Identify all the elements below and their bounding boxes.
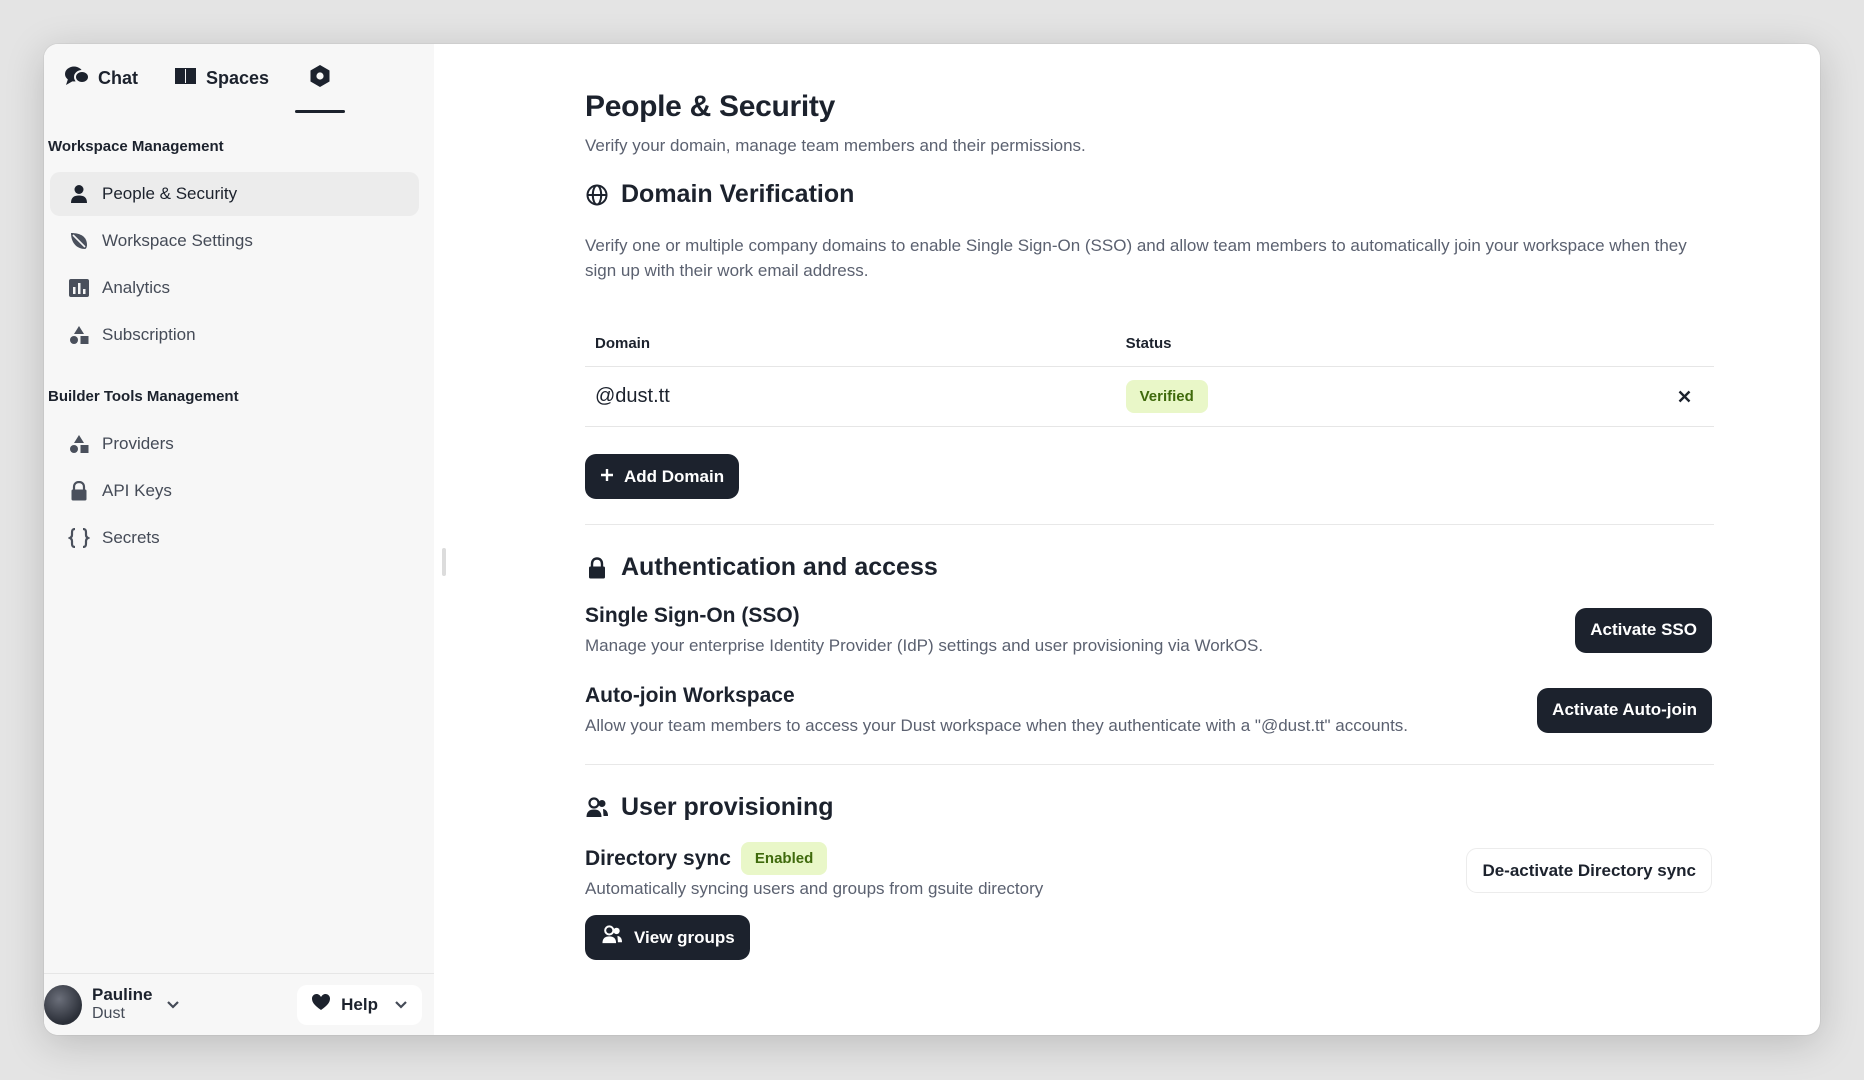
section-divider [585, 764, 1714, 765]
bar-chart-icon [68, 277, 90, 299]
table-header-row: Domain Status [585, 335, 1714, 367]
user-name: Pauline [92, 985, 153, 1005]
book-open-icon [174, 66, 198, 91]
sidebar-section-builder-tools: Builder Tools Management [48, 388, 239, 405]
directory-sync-title: Directory sync [585, 846, 731, 870]
directory-sync-description: Automatically syncing users and groups f… [585, 879, 1044, 898]
user-icon [68, 183, 90, 205]
top-navigation: Chat Spaces [44, 44, 434, 113]
column-header-domain: Domain [585, 335, 1116, 367]
view-groups-button[interactable]: View groups [585, 915, 750, 960]
domains-table: Domain Status @dust.tt Verified [585, 335, 1714, 427]
activate-sso-button[interactable]: Activate SSO [1575, 607, 1712, 653]
user-info[interactable]: Pauline Dust [92, 986, 152, 1022]
chevron-down-icon[interactable] [166, 1000, 180, 1010]
autojoin-row: Auto-join Workspace Allow your team memb… [585, 684, 1714, 736]
status-badge: Verified [1125, 380, 1208, 413]
tab-chat[interactable]: Chat [54, 44, 148, 112]
sidebar-item-api-keys[interactable]: API Keys [50, 469, 419, 513]
help-label: Help [341, 994, 378, 1014]
activate-autojoin-button[interactable]: Activate Auto-join [1537, 687, 1712, 733]
add-domain-label: Add Domain [624, 466, 725, 486]
directory-sync-title-row: Directory sync Enabled [585, 842, 1043, 875]
sidebar-footer: Pauline Dust Help [44, 973, 434, 1035]
globe-icon [585, 183, 609, 207]
lock-icon [585, 556, 609, 580]
users-icon [585, 796, 609, 820]
sso-description: Manage your enterprise Identity Provider… [585, 636, 1264, 655]
app-window: Chat Spaces Workspace Management People … [44, 44, 1820, 1035]
sidebar-group-workspace: People & Security Workspace Settings Ana… [44, 172, 434, 357]
chat-bubbles-icon [64, 65, 90, 92]
user-org: Dust [92, 1005, 125, 1023]
section-title: Domain Verification [621, 180, 855, 208]
section-divider [585, 524, 1714, 525]
chevron-down-icon [394, 1000, 408, 1010]
avatar[interactable] [44, 984, 82, 1025]
hexagon-settings-icon [309, 64, 331, 93]
tab-spaces-label: Spaces [206, 67, 270, 88]
page-subtitle: Verify your domain, manage team members … [585, 136, 1086, 155]
users-icon [600, 925, 624, 950]
sidebar-item-label: Secrets [102, 528, 160, 547]
column-header-actions [1654, 335, 1714, 367]
sidebar-item-label: Workspace Settings [102, 231, 253, 250]
sidebar-item-label: Subscription [102, 325, 196, 344]
tab-chat-label: Chat [98, 67, 138, 88]
leaf-icon [68, 230, 90, 252]
sidebar-item-analytics[interactable]: Analytics [50, 266, 419, 310]
domain-verification-description: Verify one or multiple company domains t… [585, 236, 1687, 280]
column-header-status: Status [1115, 335, 1654, 367]
remove-domain-close-icon[interactable] [1664, 390, 1704, 403]
lock-icon [68, 480, 90, 502]
sidebar: Chat Spaces Workspace Management People … [44, 44, 434, 1035]
section-title: Authentication and access [621, 553, 938, 581]
sidebar-item-workspace-settings[interactable]: Workspace Settings [50, 219, 419, 263]
braces-icon [68, 527, 90, 549]
domain-verification-heading: Domain Verification [585, 180, 1714, 209]
sidebar-section-workspace-management: Workspace Management [48, 138, 224, 155]
sso-title: Single Sign-On (SSO) [585, 604, 800, 627]
authentication-heading: Authentication and access [585, 553, 1714, 582]
section-title: User provisioning [621, 793, 834, 821]
sidebar-item-people-security[interactable]: People & Security [50, 172, 419, 216]
heart-icon [311, 993, 331, 1016]
shapes-icon [68, 433, 90, 455]
autojoin-description: Allow your team members to access your D… [585, 716, 1409, 735]
view-groups-label: View groups [634, 927, 735, 947]
view-groups-wrap: View groups [585, 915, 1714, 960]
sidebar-item-label: Providers [102, 434, 174, 453]
shapes-icon [68, 324, 90, 346]
deactivate-directory-sync-button[interactable]: De-activate Directory sync [1466, 848, 1712, 893]
sidebar-item-label: People & Security [102, 184, 238, 203]
directory-sync-row: Directory sync Enabled Automatically syn… [585, 842, 1714, 899]
table-row: @dust.tt Verified [585, 366, 1714, 427]
status-cell: Verified [1115, 366, 1654, 427]
main-content: People & Security Verify your domain, ma… [434, 44, 1820, 1035]
sso-row: Single Sign-On (SSO) Manage your enterpr… [585, 604, 1714, 656]
add-domain-wrap: Add Domain [585, 454, 1714, 499]
actions-cell [1654, 366, 1714, 427]
tab-admin[interactable] [295, 44, 346, 113]
sidebar-item-secrets[interactable]: Secrets [50, 516, 419, 560]
help-button[interactable]: Help [297, 984, 422, 1025]
sidebar-group-builder: Providers API Keys Secrets [44, 422, 434, 560]
sidebar-item-label: API Keys [102, 481, 172, 500]
user-provisioning-heading: User provisioning [585, 793, 1714, 822]
plus-icon [600, 467, 614, 487]
sidebar-item-providers[interactable]: Providers [50, 422, 419, 466]
add-domain-button[interactable]: Add Domain [585, 454, 740, 499]
tab-spaces[interactable]: Spaces [164, 44, 279, 112]
enabled-badge: Enabled [740, 842, 828, 875]
sidebar-item-label: Analytics [102, 278, 171, 297]
page-title: People & Security [585, 90, 835, 123]
sidebar-item-subscription[interactable]: Subscription [50, 313, 419, 357]
autojoin-title: Auto-join Workspace [585, 684, 795, 707]
domain-cell: @dust.tt [585, 366, 1116, 427]
